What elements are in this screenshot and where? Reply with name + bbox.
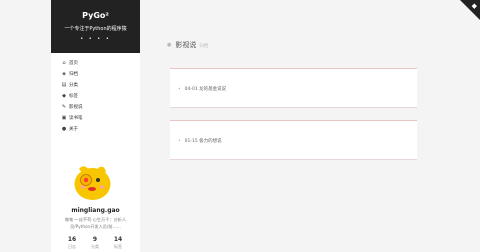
sidebar-item-label: 读书笔 — [69, 115, 83, 121]
tags-icon: ◆ — [62, 92, 66, 99]
stat-label: 日志 — [68, 244, 76, 249]
author-description: 做笔·一丝不苟·心生万千：分析人员/Python开发人员/前…… — [64, 217, 127, 229]
bullet-icon: ● — [167, 42, 172, 48]
sidebar-item-home[interactable]: ⌂ 首页 — [59, 57, 134, 68]
sidebar-item-label: 关于 — [69, 126, 78, 132]
post-title: 04-01 龙的基金说说 — [184, 87, 227, 92]
sidebar-item-tags[interactable]: ◆ 标签 — [59, 90, 134, 101]
post-card: • 01-15 极力的想说 — [170, 120, 417, 160]
github-icon[interactable]: ◆ — [472, 2, 477, 10]
tag-icon: ◈ — [62, 70, 66, 77]
sidebar: PyGo² 一个专注于Python的程序猿 • • • • ⌂ 首页 ◈ 归档 … — [51, 0, 140, 252]
user-icon: ● — [61, 125, 67, 132]
sidebar-menu: ⌂ 首页 ◈ 归档 ▤ 分类 ◆ 标签 ✎ 影视说 ▣ 读书笔 ● 关于 — [59, 57, 134, 134]
sidebar-item-label: 标签 — [69, 93, 78, 99]
section-count: 归档 — [199, 44, 209, 49]
sidebar-item-archive[interactable]: ◈ 归档 — [59, 68, 134, 79]
post-link[interactable]: • 04-01 龙的基金说说 — [178, 86, 226, 92]
home-icon: ⌂ — [62, 59, 66, 66]
sidebar-item-label: 首页 — [69, 60, 78, 66]
book-icon: ▣ — [61, 114, 67, 121]
avatar — [74, 166, 111, 200]
stat-tags[interactable]: 14 标签 — [108, 236, 128, 250]
sidebar-item-movies[interactable]: ✎ 影视说 — [59, 101, 134, 112]
site-subtitle: 一个专注于Python的程序猿 — [64, 26, 127, 32]
site-dots: • • • • — [80, 36, 111, 42]
github-corner[interactable] — [460, 0, 480, 20]
section-title-text: 影视说 — [175, 41, 197, 49]
author-stats: 16 日志 9 分类 14 标签 — [62, 236, 128, 250]
post-link[interactable]: • 01-15 极力的想说 — [178, 138, 222, 144]
post-title: 01-15 极力的想说 — [184, 139, 222, 144]
sidebar-item-reading[interactable]: ▣ 读书笔 — [59, 112, 134, 123]
post-card: • 04-01 龙的基金说说 — [170, 68, 417, 108]
site-brand: PyGo² 一个专注于Python的程序猿 • • • • — [51, 0, 140, 53]
stat-posts[interactable]: 16 日志 — [62, 236, 82, 250]
stat-number: 14 — [113, 236, 123, 243]
site-title[interactable]: PyGo² — [51, 11, 140, 20]
bullet-icon: • — [178, 139, 181, 144]
stat-number: 9 — [92, 236, 98, 243]
sidebar-item-about[interactable]: ● 关于 — [59, 123, 134, 134]
page-title: ● 影视说 归档 — [167, 40, 208, 50]
stat-label: 标签 — [114, 244, 122, 249]
categories-icon: ▤ — [61, 81, 67, 88]
sidebar-item-label: 分类 — [69, 82, 78, 88]
stat-number: 16 — [67, 236, 77, 243]
stat-categories[interactable]: 9 分类 — [85, 236, 105, 250]
bullet-icon: • — [178, 87, 181, 92]
sidebar-item-label: 归档 — [69, 71, 78, 77]
sidebar-item-label: 影视说 — [69, 104, 83, 110]
sidebar-item-categories[interactable]: ▤ 分类 — [59, 79, 134, 90]
stat-label: 分类 — [91, 244, 99, 249]
author-name: mingliang.gao — [71, 207, 120, 214]
pencil-icon: ✎ — [61, 103, 67, 110]
main-content: ◆ ● 影视说 归档 • 04-01 龙的基金说说 • 01-15 极力的想说 — [140, 0, 480, 252]
